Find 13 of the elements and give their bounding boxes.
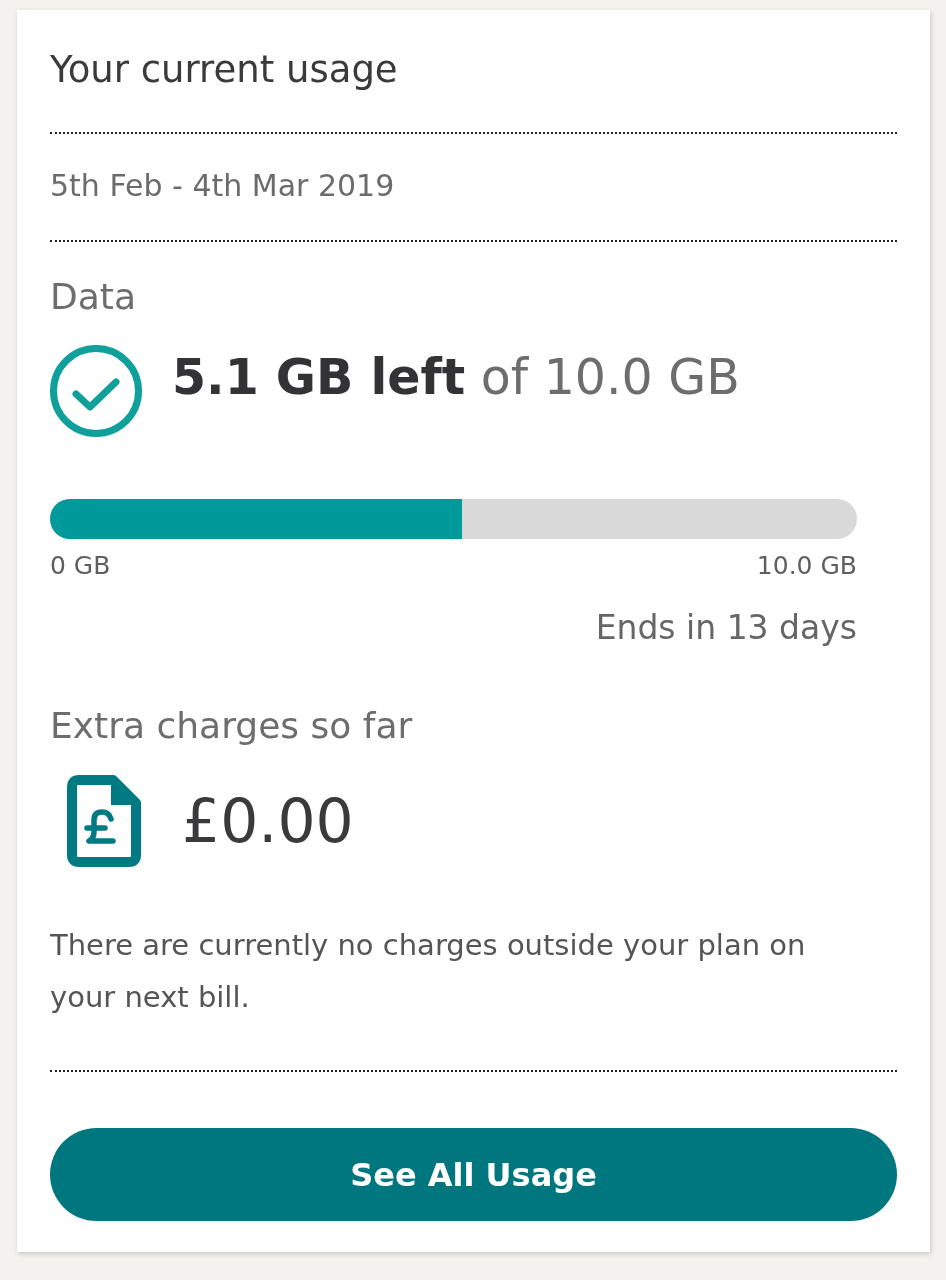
see-all-usage-button[interactable]: See All Usage: [50, 1128, 897, 1221]
data-remaining: 5.1 GB left of 10.0 GB: [172, 348, 740, 408]
days-remaining: Ends in 13 days: [595, 608, 857, 648]
check-circle-icon: [50, 345, 142, 437]
charges-note: There are currently no charges outside your plan on your next bill.: [50, 927, 807, 1016]
pound-document-icon: [67, 775, 141, 867]
card-title: Your current usage: [50, 47, 399, 93]
section-heading: Extra charges so far: [50, 704, 414, 748]
scale-min-label: 0 GB: [50, 551, 111, 581]
extra-charges-amount: £0.00: [182, 786, 354, 856]
scale-max-label: 10.0 GB: [756, 551, 857, 581]
billing-period: 5th Feb - 4th Mar 2019: [50, 168, 396, 204]
section-heading: Data: [50, 275, 137, 319]
